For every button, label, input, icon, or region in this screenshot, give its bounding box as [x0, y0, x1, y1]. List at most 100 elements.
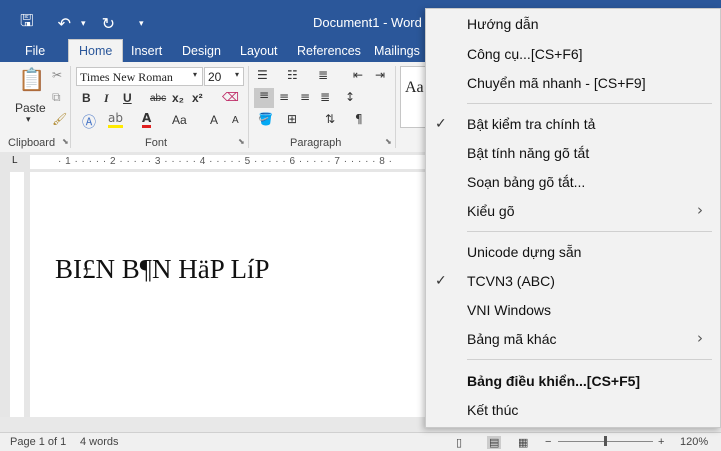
font-dropdown-icon[interactable]: ▾	[193, 70, 197, 79]
vertical-ruler	[10, 172, 24, 417]
menu-separator	[467, 103, 712, 104]
menu-item-label: Unicode dựng sẵn	[467, 244, 582, 260]
justify-icon[interactable]: ≣	[320, 90, 330, 104]
tab-design[interactable]: Design	[182, 42, 221, 62]
menu-separator	[467, 359, 712, 360]
customize-qat-icon[interactable]: ▾	[139, 19, 144, 29]
bullets-icon[interactable]: ☰	[257, 68, 268, 82]
undo-dropdown-icon[interactable]: ▾	[81, 19, 86, 29]
strikethrough-button[interactable]: abc	[150, 93, 166, 104]
clear-formatting-icon[interactable]: ⌫	[222, 90, 239, 104]
tab-mailings[interactable]: Mailings	[374, 42, 420, 62]
zoom-in-button[interactable]: +	[658, 436, 664, 448]
font-name-box[interactable]: Times New Roman	[76, 67, 203, 86]
document-text[interactable]: BI£N B¶N HäP LíP	[55, 254, 270, 285]
underline-button[interactable]: U	[123, 91, 132, 105]
zoom-level[interactable]: 120%	[680, 436, 708, 448]
zoom-out-button[interactable]: −	[545, 436, 551, 448]
print-layout-icon[interactable]: ▤	[487, 436, 502, 449]
ruler-scale[interactable]: · 1 · · · · · 2 · · · · · 3 · · · · · 4 …	[30, 155, 430, 169]
menu-item-label: Kiểu gõ	[467, 203, 515, 219]
text-effects-icon[interactable]: Ⓐ	[82, 112, 96, 132]
tab-layout[interactable]: Layout	[240, 42, 278, 62]
clipboard-group-label: Clipboard	[8, 137, 56, 149]
tab-references[interactable]: References	[297, 42, 361, 62]
align-left-icon[interactable]: ≡	[254, 88, 274, 108]
menu-item-unicode[interactable]: Unicode dựng sẵn	[426, 239, 720, 267]
format-painter-icon[interactable]: 🖌	[52, 112, 67, 126]
increase-indent-icon[interactable]: ⇥	[375, 68, 385, 82]
quick-access-toolbar: 🖫 ↶ ▾ ↻ ▾	[20, 10, 144, 37]
shading-icon[interactable]: 🪣	[258, 112, 273, 126]
tab-selector-icon[interactable]: L	[12, 155, 18, 166]
superscript-button[interactable]: x²	[192, 91, 203, 105]
redo-icon[interactable]: ↻	[102, 14, 115, 33]
align-right-icon[interactable]: ≡	[300, 90, 310, 104]
menu-item-tools[interactable]: Công cụ...[CS+F6]	[426, 41, 720, 69]
word-count[interactable]: 4 words	[80, 436, 119, 448]
subscript-button[interactable]: x₂	[172, 91, 184, 105]
font-dialog-launcher-icon[interactable]: ⬊	[238, 137, 245, 146]
show-formatting-button[interactable]: ¶	[355, 112, 363, 126]
font-group-label: Font	[145, 137, 168, 149]
menu-item-label: Chuyển mã nhanh - [CS+F9]	[467, 75, 646, 91]
document-page[interactable]: BI£N B¶N HäP LíP	[30, 172, 430, 417]
menu-item-label: Bật kiểm tra chính tả	[467, 116, 596, 132]
horizontal-ruler: L · 1 · · · · · 2 · · · · · 3 · · · · · …	[0, 152, 430, 172]
menu-item-label: VNI Windows	[467, 302, 552, 318]
menu-item-tcvn3[interactable]: ✓ TCVN3 (ABC)	[426, 268, 720, 296]
numbering-icon[interactable]: ☷	[287, 68, 298, 82]
size-dropdown-icon[interactable]: ▾	[235, 70, 239, 79]
menu-item-other-charsets[interactable]: Bảng mã khác ›	[426, 326, 720, 354]
menu-item-control-panel[interactable]: Bảng điều khiển...[CS+F5]	[426, 368, 720, 396]
menu-item-quick-convert[interactable]: Chuyển mã nhanh - [CS+F9]	[426, 70, 720, 98]
ruler-marks: · 1 · · · · · 2 · · · · · 3 · · · · · 4 …	[58, 156, 393, 167]
font-color-icon[interactable]: A	[142, 111, 152, 128]
menu-item-enable-shortcuts[interactable]: Bật tính năng gõ tắt	[426, 140, 720, 168]
paste-button[interactable]: Paste	[15, 101, 46, 115]
change-case-button[interactable]: Aa	[172, 113, 187, 127]
cut-icon[interactable]: ✂	[52, 68, 62, 82]
menu-separator	[467, 231, 712, 232]
clipboard-icon[interactable]: 📋	[18, 68, 45, 93]
italic-button[interactable]: I	[104, 91, 109, 106]
check-icon: ✓	[435, 273, 447, 289]
style-preview: Aa	[405, 79, 424, 96]
menu-item-label: Công cụ...[CS+F6]	[467, 46, 583, 62]
borders-icon[interactable]: ⊞	[287, 112, 297, 126]
sort-icon[interactable]: ⇅	[325, 112, 335, 126]
menu-item-label: TCVN3 (ABC)	[467, 273, 555, 289]
highlight-icon[interactable]: ab	[108, 111, 123, 128]
page-count[interactable]: Page 1 of 1	[10, 436, 66, 448]
bold-button[interactable]: B	[82, 91, 91, 105]
menu-item-exit[interactable]: Kết thúc	[426, 397, 720, 425]
check-icon: ✓	[435, 116, 447, 132]
read-mode-icon[interactable]: ▯	[456, 436, 462, 449]
shrink-font-button[interactable]: A	[232, 115, 239, 126]
tab-home[interactable]: Home	[68, 39, 124, 63]
save-icon[interactable]: 🖫	[20, 10, 34, 37]
paragraph-group-label: Paragraph	[290, 137, 342, 149]
multilevel-list-icon[interactable]: ≣	[318, 68, 328, 82]
line-spacing-icon[interactable]: ↕	[345, 90, 355, 104]
menu-item-label: Bảng điều khiển...[CS+F5]	[467, 373, 641, 389]
menu-item-label: Bảng mã khác	[467, 331, 557, 347]
decrease-indent-icon[interactable]: ⇤	[353, 68, 363, 82]
undo-icon[interactable]: ↶	[58, 14, 71, 33]
web-layout-icon[interactable]: ▦	[518, 436, 528, 449]
menu-item-input-method[interactable]: Kiểu gõ ›	[426, 198, 720, 226]
paragraph-dialog-launcher-icon[interactable]: ⬊	[385, 137, 392, 146]
chevron-right-icon: ›	[697, 201, 703, 219]
grow-font-button[interactable]: A	[210, 113, 218, 127]
menu-item-vni-windows[interactable]: VNI Windows	[426, 297, 720, 325]
tab-file[interactable]: File	[25, 42, 45, 62]
dialog-launcher-icon[interactable]: ⬊	[62, 137, 69, 146]
menu-item-guide[interactable]: Hướng dẫn	[426, 11, 720, 39]
menu-item-spell-check[interactable]: ✓ Bật kiểm tra chính tả	[426, 111, 720, 139]
align-center-icon[interactable]: ≡	[279, 90, 289, 104]
tab-insert[interactable]: Insert	[131, 42, 162, 62]
zoom-slider-thumb[interactable]	[604, 436, 607, 446]
paste-dropdown-icon[interactable]: ▾	[26, 115, 31, 125]
copy-icon[interactable]: ⧉	[52, 90, 61, 105]
menu-item-edit-shortcuts[interactable]: Soạn bảng gõ tắt...	[426, 169, 720, 197]
